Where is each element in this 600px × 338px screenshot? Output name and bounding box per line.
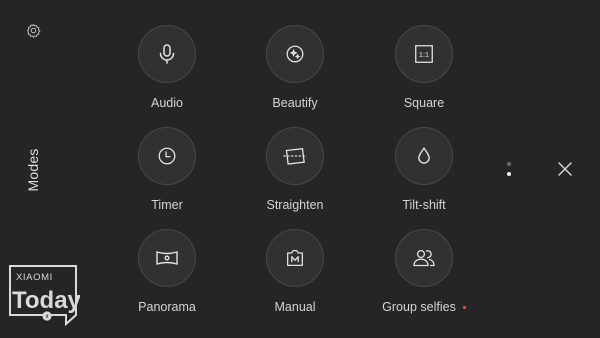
- droplet-icon: [418, 147, 430, 164]
- beautify-icon: [286, 45, 304, 63]
- square-ratio-text: 1:1: [419, 50, 429, 59]
- mode-tilt-shift-circle: [395, 127, 453, 185]
- mode-label: Tilt-shift: [402, 198, 446, 212]
- microphone-icon: [159, 44, 175, 64]
- mode-square-circle: 1:1: [395, 25, 453, 83]
- mode-straighten[interactable]: Straighten: [240, 127, 350, 227]
- mode-tilt-shift[interactable]: Tilt-shift: [369, 127, 479, 227]
- watermark-suffix: it: [46, 314, 49, 320]
- mode-label: Square: [403, 96, 445, 110]
- mode-label: Audio: [151, 96, 183, 110]
- mode-panorama[interactable]: Panorama: [112, 229, 222, 329]
- close-icon: [558, 162, 572, 176]
- page-dot-2-active: [507, 172, 511, 176]
- mode-group-selfies[interactable]: Group selfies: [369, 229, 479, 329]
- panorama-icon: [156, 251, 178, 265]
- manual-icon: [287, 250, 303, 266]
- mode-group-selfies-circle: [395, 229, 453, 287]
- mode-square[interactable]: 1:1 Square: [369, 25, 479, 125]
- mode-timer-circle: [138, 127, 196, 185]
- mode-audio-circle: [138, 25, 196, 83]
- mode-timer[interactable]: Timer: [112, 127, 222, 227]
- mode-manual-circle: [266, 229, 324, 287]
- mode-manual[interactable]: Manual: [240, 229, 350, 329]
- clock-icon: [158, 147, 176, 165]
- mode-beautify[interactable]: Beautify: [240, 25, 350, 125]
- page-indicator[interactable]: [506, 161, 512, 181]
- watermark-brand: XIAOMI: [16, 272, 53, 283]
- square-ratio-icon: 1:1: [415, 45, 433, 63]
- mode-label-group-selfies: Group selfies: [382, 300, 466, 314]
- mode-audio[interactable]: Audio: [112, 25, 222, 125]
- page-dot-1: [507, 162, 511, 166]
- mode-beautify-circle: [266, 25, 324, 83]
- mode-label: Panorama: [138, 300, 196, 314]
- mode-label: Group selfies: [382, 300, 456, 314]
- straighten-icon: [283, 147, 307, 165]
- new-badge-dot: [462, 305, 466, 309]
- watermark-logo: XIAOMI Today it: [6, 264, 82, 327]
- mode-label: Beautify: [272, 96, 318, 110]
- mode-label: Manual: [274, 300, 316, 314]
- group-icon: [413, 249, 435, 267]
- mode-panorama-circle: [138, 229, 196, 287]
- mode-straighten-circle: [266, 127, 324, 185]
- watermark-name: Today: [12, 287, 80, 314]
- mode-label: Timer: [151, 198, 183, 212]
- close-button[interactable]: [555, 159, 575, 179]
- mode-label: Straighten: [266, 198, 324, 212]
